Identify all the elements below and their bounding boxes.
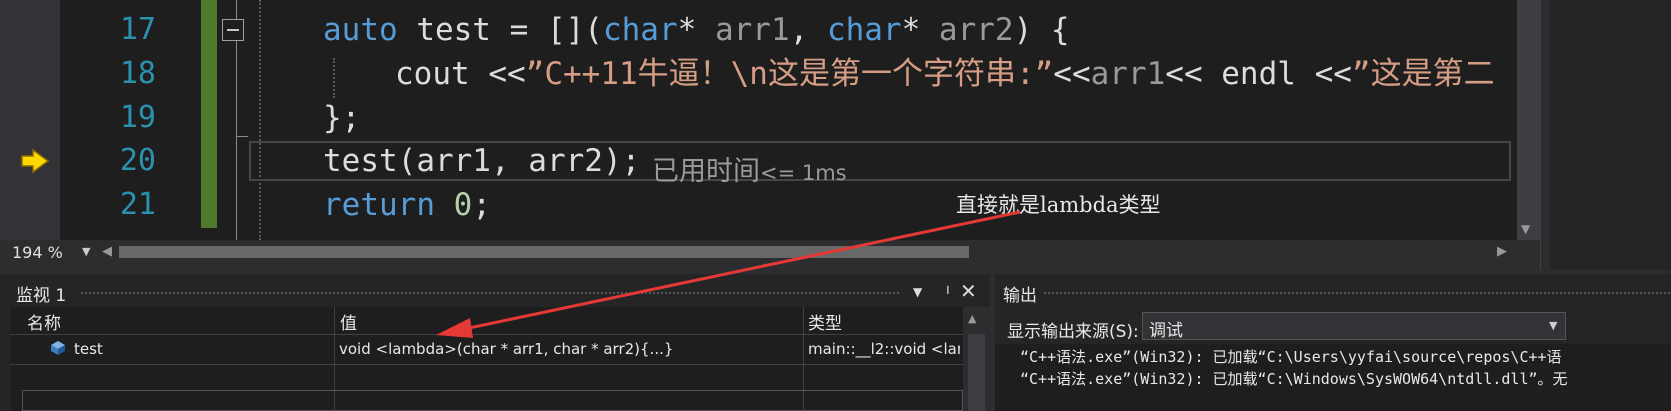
line-number-17: 17 [119,12,156,47]
header-divider [10,334,963,335]
parameter: arr2 [938,12,1014,48]
change-tracking-bar [201,0,217,228]
collapse-icon[interactable] [222,19,244,41]
string-literal: ”C++11牛逼！\n这是第一个字符串:” [525,56,1054,92]
new-watch-row[interactable] [22,390,963,411]
indicator-margin[interactable] [0,0,60,240]
editor-vertical-scrollbar[interactable] [1517,0,1540,240]
chevron-down-icon[interactable]: ▼ [1549,319,1557,332]
watch-name-cell: test [74,340,103,358]
code-text: ; [472,187,491,223]
code-line-19[interactable]: }; [323,102,360,134]
row-divider [10,364,963,365]
keyword: return [323,187,435,223]
column-header-type[interactable]: 类型 [808,309,842,334]
panel-grip[interactable] [80,291,900,296]
keyword: char [602,12,678,48]
code-line-20[interactable]: test(arr1, arr2); [323,145,640,177]
perf-tip[interactable]: 已用时间<= 1ms [652,149,847,188]
indent-guide [259,0,261,240]
parameter: arr1 [1090,56,1166,92]
code-text: * [677,12,715,48]
scroll-left-icon[interactable]: ◀ [102,244,112,259]
scroll-up-icon[interactable]: ▲ [968,312,976,325]
column-header-name[interactable]: 名称 [27,309,61,334]
code-text: , [789,12,827,48]
code-line-21[interactable]: return 0; [323,189,491,221]
column-header-value[interactable]: 值 [340,309,357,334]
number-literal: 0 [453,187,473,223]
output-line: “C++语法.exe”(Win32): 已加载“C:\Windows\SysWO… [1020,370,1568,388]
window-position-icon[interactable]: ▼ [913,285,922,299]
elapsed-value: <= 1ms [760,161,847,185]
zoom-level[interactable]: 194 % [12,243,63,262]
code-line-17[interactable]: auto test = [](char* arr1, char* arr2) { [323,14,1070,46]
watch-scrollbar-thumb[interactable] [968,334,985,411]
keyword: char [826,12,902,48]
watch-panel: 监视 1 ▼ ᅵ ✕ 名称 值 类型 test void <lambda>(ch… [0,274,990,411]
code-text: cout << [395,56,526,92]
horizontal-scrollbar-thumb[interactable] [119,246,969,258]
watch-type-cell: main::__l2::void <lam [808,340,960,358]
annotation-text: 直接就是lambda类型 [956,193,1161,217]
editor-horizontal-bar: 194 % ▼ ◀ ▶ [0,240,1540,265]
watch-title[interactable]: 监视 1 [16,281,66,306]
panel-grip[interactable] [1043,291,1671,296]
elapsed-label: 已用时间 [652,156,760,187]
indent-guide-inner [333,58,335,98]
watch-grid: 名称 值 类型 test void <lambda>(char * arr1, … [10,307,963,411]
output-source-select[interactable]: 调试 ▼ [1142,312,1566,341]
close-icon[interactable]: ✕ [960,279,977,303]
output-text-area[interactable]: “C++语法.exe”(Win32): 已加载“C:\Users\yyfai\s… [995,344,1671,411]
line-number-20: 20 [119,143,156,178]
output-title[interactable]: 输出 [1003,281,1037,306]
output-source-label: 显示输出来源(S): [1007,322,1139,342]
keyword: auto [323,12,398,48]
string-literal: ”这是第二 [1351,56,1495,92]
code-text: << [1053,56,1091,92]
code-line-18[interactable]: cout <<”C++11牛逼！\n这是第一个字符串:”<<arr1<< end… [395,58,1495,90]
outline-end-tick [236,136,248,137]
pin-icon[interactable]: ᅵ [936,280,951,304]
current-statement-arrow-icon [21,149,50,173]
watch-value-cell: void <lambda>(char * arr1, char * arr2){… [339,340,674,358]
parameter: arr1 [714,12,790,48]
chevron-down-icon[interactable]: ▼ [82,245,90,258]
lambda-object-icon [51,341,65,355]
code-text: << endl << [1165,56,1352,92]
code-text: * [901,12,939,48]
code-text: ) { [1013,12,1070,48]
line-number-21: 21 [119,187,156,222]
output-line: “C++语法.exe”(Win32): 已加载“C:\Users\yyfai\s… [1020,348,1562,366]
output-source-value: 调试 [1149,321,1183,341]
scroll-right-icon[interactable]: ▶ [1497,244,1507,259]
line-number-18: 18 [119,56,156,91]
output-panel: 输出 显示输出来源(S): 调试 ▼ “C++语法.exe”(Win32): 已… [995,274,1671,411]
code-editor[interactable]: 17 18 19 20 21 auto test = [](char* arr1… [0,0,1540,240]
code-text: test = []( [397,12,603,48]
side-panel [1550,0,1671,270]
scroll-down-icon[interactable]: ▼ [1521,222,1530,236]
line-number-19: 19 [119,100,156,135]
